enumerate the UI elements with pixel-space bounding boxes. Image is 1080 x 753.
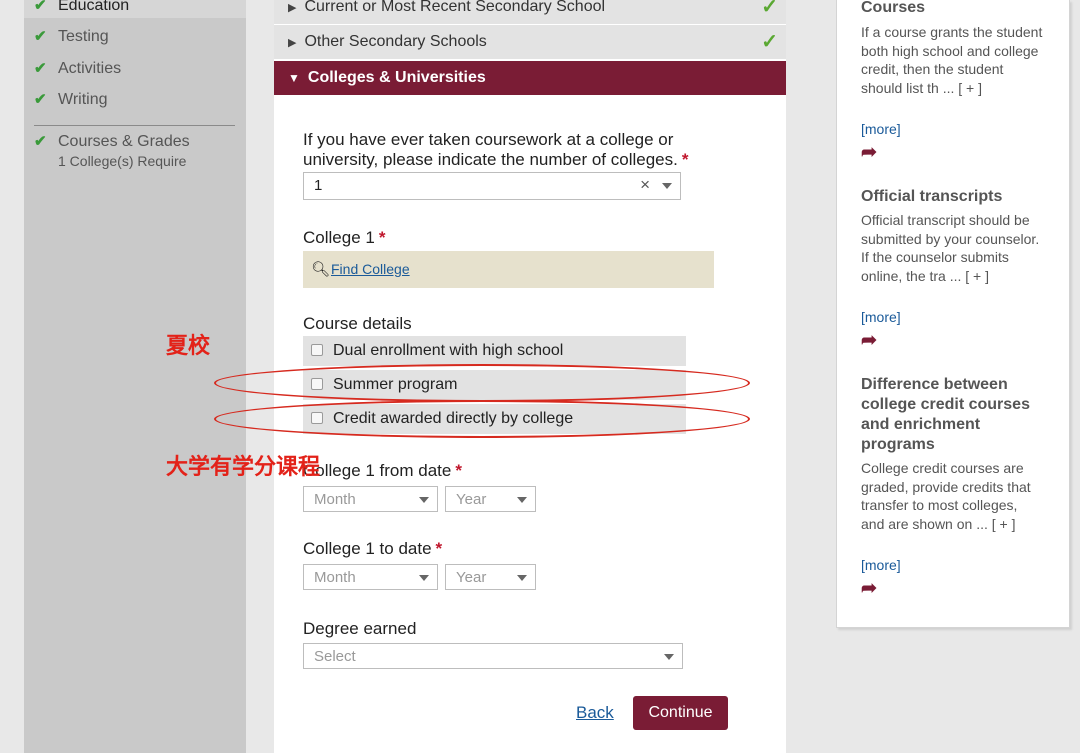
section-title: Other Secondary Schools: [304, 33, 487, 50]
sidebar: [24, 0, 246, 753]
check-icon: ✓: [761, 31, 778, 53]
sidebar-item-activities[interactable]: ✔ Activities: [34, 59, 121, 78]
required-mark: *: [681, 150, 689, 169]
help-title-difference: Difference between college credit course…: [861, 376, 1030, 453]
sidebar-item-label: Courses & Grades: [58, 133, 190, 150]
select-placeholder: Year: [456, 569, 487, 586]
help-text-difference: College credit courses are graded, provi…: [861, 460, 1031, 533]
college-credit-highlight-ellipse: [214, 400, 750, 438]
degree-label: Degree earned: [303, 619, 417, 638]
select-placeholder: Month: [314, 569, 356, 586]
to-year-select[interactable]: Year: [445, 564, 536, 590]
to-month-select[interactable]: Month: [303, 564, 438, 590]
annotation-college-credit: 大学有学分课程: [166, 454, 321, 479]
help-text-courses: If a course grants the student both high…: [861, 24, 1043, 97]
expand-arrow-icon: ▶: [288, 2, 297, 14]
more-link[interactable]: [more]: [861, 557, 901, 573]
from-month-select[interactable]: Month: [303, 486, 438, 512]
caret-down-icon: [419, 575, 429, 581]
sidebar-item-education[interactable]: ✔ Education: [34, 0, 129, 15]
caret-down-icon: [662, 183, 672, 189]
help-title-official-transcripts: Official transcripts: [861, 188, 1003, 205]
find-college-link[interactable]: Find College: [331, 261, 410, 277]
section-other-schools[interactable]: ▶ Other Secondary Schools ✓: [274, 25, 786, 59]
gutter: [786, 0, 826, 753]
check-icon: ✔: [34, 60, 47, 77]
more-link[interactable]: [more]: [861, 309, 901, 325]
college1-label-text: College 1: [303, 228, 375, 247]
back-link[interactable]: Back: [576, 703, 614, 723]
from-date-label-text: College 1 from date: [303, 461, 452, 480]
share-icon[interactable]: ➦: [861, 141, 877, 164]
sidebar-item-label: Activities: [58, 60, 122, 77]
check-icon: ✔: [34, 91, 47, 108]
clear-icon[interactable]: ×: [640, 175, 650, 195]
course-details-label: Course details: [303, 314, 412, 333]
num-colleges-label: If you have ever taken coursework at a c…: [303, 130, 723, 170]
caret-down-icon: [517, 575, 527, 581]
summer-program-highlight-ellipse: [214, 364, 750, 402]
check-icon: ✔: [34, 0, 47, 14]
caret-down-icon: [517, 497, 527, 503]
help-title-courses: Courses: [861, 0, 926, 16]
check-icon: ✔: [34, 133, 47, 150]
continue-button[interactable]: Continue: [633, 696, 728, 730]
course-option-dual-enrollment[interactable]: Dual enrollment with high school: [303, 336, 686, 366]
checkbox[interactable]: [311, 344, 323, 356]
sidebar-item-sublabel: 1 College(s) Require: [58, 153, 187, 169]
select-placeholder: Month: [314, 491, 356, 508]
help-text-official-transcripts: Official transcript should be submitted …: [861, 212, 1040, 285]
sidebar-item-courses-grades[interactable]: ✔ Courses & Grades: [34, 132, 190, 151]
num-colleges-label-text: If you have ever taken coursework at a c…: [303, 130, 678, 169]
check-icon: ✔: [34, 28, 47, 45]
required-mark: *: [378, 228, 386, 247]
sidebar-item-label: Testing: [58, 28, 109, 45]
sidebar-item-label: Writing: [58, 91, 108, 108]
from-date-label: College 1 from date *: [303, 461, 462, 481]
num-colleges-value: 1: [314, 177, 323, 194]
to-date-label: College 1 to date *: [303, 539, 442, 559]
select-placeholder: Select: [314, 648, 356, 665]
from-year-select[interactable]: Year: [445, 486, 536, 512]
required-mark: *: [455, 461, 462, 480]
sidebar-item-testing[interactable]: ✔ Testing: [34, 27, 109, 46]
num-colleges-select[interactable]: 1 ×: [303, 172, 681, 200]
course-option-label: Dual enrollment with high school: [333, 342, 564, 359]
expand-arrow-icon: ▶: [288, 37, 297, 49]
caret-down-icon: [419, 497, 429, 503]
sidebar-item-writing[interactable]: ✔ Writing: [34, 90, 108, 109]
sidebar-divider: [34, 125, 235, 126]
college1-label: College 1 *: [303, 228, 385, 248]
share-icon[interactable]: ➦: [861, 329, 877, 352]
section-title: Current or Most Recent Secondary School: [304, 0, 606, 15]
section-colleges[interactable]: ▼ Colleges & Universities: [274, 61, 786, 95]
check-icon: ✓: [761, 0, 778, 18]
collapse-arrow-icon: ▼: [288, 71, 300, 85]
more-link[interactable]: [more]: [861, 121, 901, 137]
required-mark: *: [435, 539, 443, 558]
select-placeholder: Year: [456, 491, 487, 508]
section-current-school[interactable]: ▶ Current or Most Recent Secondary School…: [274, 0, 786, 24]
caret-down-icon: [664, 654, 674, 660]
annotation-summer: 夏校: [166, 333, 211, 358]
to-date-label-text: College 1 to date: [303, 539, 432, 558]
search-icon: 🔍︎: [311, 261, 331, 278]
section-title: Colleges & Universities: [307, 69, 486, 86]
sidebar-item-label: Education: [58, 0, 130, 14]
degree-select[interactable]: Select: [303, 643, 683, 669]
find-college-box: 🔍︎ Find College: [303, 251, 714, 288]
left-margin: [0, 0, 24, 753]
share-icon[interactable]: ➦: [861, 577, 877, 600]
